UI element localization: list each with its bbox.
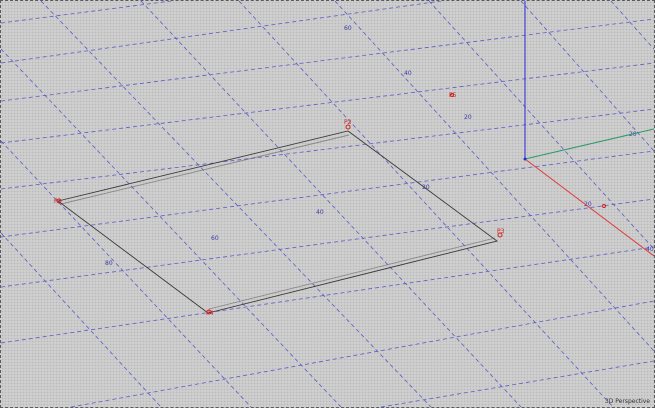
grid-labels: 60 40 20 20 40 60 80 20 20 40 (105, 25, 654, 267)
selected-rectangle[interactable] (56, 130, 499, 314)
3d-perspective-viewport[interactable]: 60 40 20 20 40 60 80 20 20 40 P1 P2 P3 P… (0, 0, 655, 408)
grid-line (428, 1, 654, 250)
grid (1, 1, 654, 407)
grid-line (40, 1, 432, 407)
grid-label: 80 (105, 260, 113, 267)
grid-line (1, 1, 442, 64)
vertex-label: P4 (206, 310, 214, 317)
grid-label: 40 (404, 70, 412, 77)
view-name-label: 3D Perspective (604, 398, 650, 405)
rectangle-inner-edge (208, 237, 496, 310)
vertex-label: P3 (497, 228, 505, 235)
y-axis-line (524, 128, 654, 160)
grid-line (1, 108, 654, 190)
vertex-marker[interactable] (602, 204, 606, 208)
grid-line (70, 300, 654, 407)
rectangle-inner-edge (60, 134, 350, 205)
grid-label: 60 (344, 25, 352, 32)
grid-line (334, 1, 654, 352)
vertices: P1 P2 P3 P4 P5 (54, 92, 606, 317)
grid-label: 40 (316, 209, 324, 216)
x-axis-line (524, 158, 654, 257)
grid-line (1, 18, 654, 102)
grid-line (610, 1, 654, 50)
origin-marker (523, 157, 527, 161)
grid-line (1, 246, 654, 344)
grid-line (1, 48, 342, 407)
grid-label: 40 (646, 246, 654, 253)
grid-label: 20 (464, 114, 472, 121)
grid-line (520, 1, 654, 152)
rectangle-outline[interactable] (56, 130, 499, 314)
grid-line (1, 150, 654, 238)
grid-line (238, 1, 614, 407)
vertex-label: P2 (344, 119, 352, 126)
grid-line (1, 198, 654, 288)
grid-label: 20 (422, 184, 430, 191)
grid-line (1, 62, 654, 144)
vertex-label: P1 (54, 198, 62, 205)
grid-line (1, 1, 172, 24)
grid-line (1, 140, 252, 407)
vertex-label: P5 (449, 92, 457, 99)
scene-canvas[interactable]: 60 40 20 20 40 60 80 20 20 40 P1 P2 P3 P… (1, 1, 654, 407)
grid-line (140, 1, 522, 407)
grid-label: 60 (211, 235, 219, 242)
grid-line (1, 232, 162, 407)
